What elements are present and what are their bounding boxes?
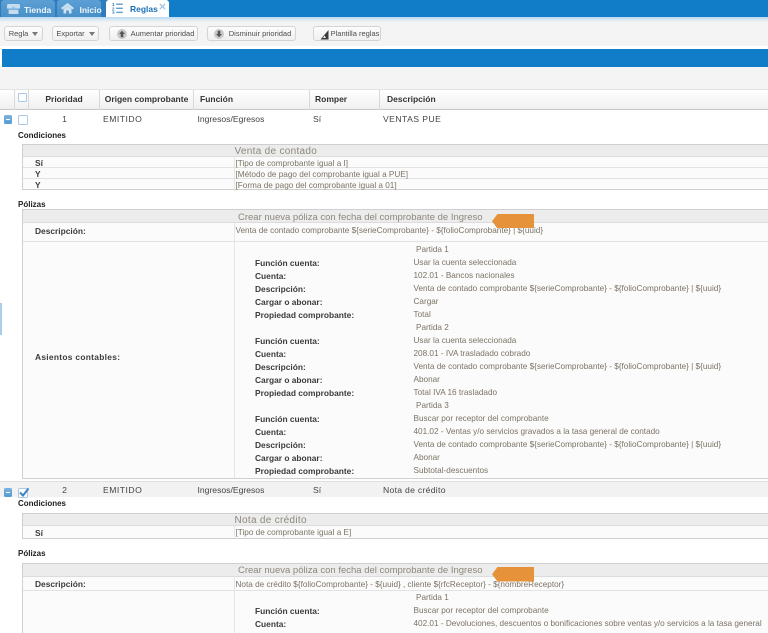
svg-text:3: 3 [112, 11, 115, 15]
